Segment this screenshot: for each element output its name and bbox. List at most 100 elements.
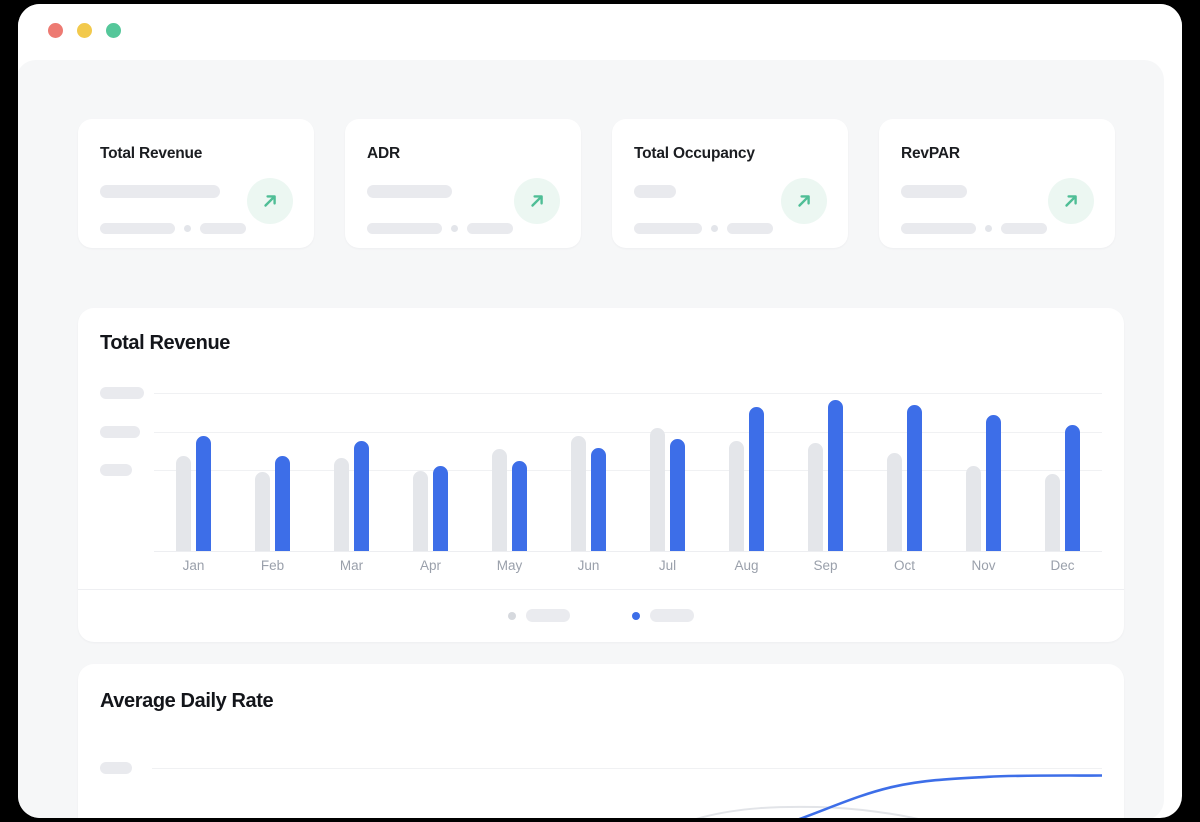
trend-up-arrow-icon [781,178,827,224]
bar-group[interactable] [628,387,707,551]
kpi-card-title: RevPAR [901,145,960,162]
kpi-subtext-skeleton-group [100,223,246,234]
x-axis-label-row: Jan Feb Mar Apr May Jun Jul Aug Sep Oct Nov Dec [154,558,1102,573]
bar-previous-period[interactable] [729,441,744,551]
bar-group[interactable] [707,387,786,551]
legend-color-swatch [632,611,640,620]
bar-current-period[interactable] [907,405,922,551]
app-window: Total Revenue ADR Total Occupancy RevPAR… [18,4,1182,818]
bar-previous-period[interactable] [492,449,507,551]
bar-current-period[interactable] [591,447,606,551]
bar-previous-period[interactable] [176,455,191,551]
bar-previous-period[interactable] [571,436,586,551]
line-chart-plot-area [100,742,1102,818]
kpi-card-revpar[interactable]: RevPAR [879,119,1115,248]
traffic-light-controls [48,22,121,38]
bar-chart-legend [78,589,1124,642]
kpi-delta-skeleton [100,223,175,234]
x-axis-label: Dec [1050,558,1075,573]
bar-chart-title: Total Revenue [100,332,231,354]
kpi-card-total-revenue[interactable]: Total Revenue [78,119,314,248]
kpi-separator-dot [711,225,718,232]
kpi-subtext-skeleton-group [901,223,1047,234]
x-axis-label: Jul [658,558,677,573]
close-window-button[interactable] [48,22,63,38]
kpi-separator-dot [184,225,191,232]
bar-group[interactable] [470,387,549,551]
bar-group[interactable] [312,387,391,551]
bar-group[interactable] [154,387,233,551]
bar-group[interactable] [549,387,628,551]
kpi-value-skeleton [367,185,452,198]
bar-group[interactable] [786,387,865,551]
kpi-card-title: Total Revenue [100,145,203,162]
legend-item-current-period[interactable] [632,609,694,622]
kpi-period-skeleton [1001,223,1047,234]
x-axis-label: Mar [339,558,364,573]
bar-group[interactable] [944,387,1023,551]
legend-label-skeleton [526,609,570,622]
bar-current-period[interactable] [275,455,290,551]
bar-previous-period[interactable] [413,470,428,551]
line-series-svg [696,774,1102,818]
x-axis-label: Oct [893,558,915,573]
kpi-separator-dot [985,225,992,232]
x-axis-label: Aug [734,558,759,573]
average-daily-rate-chart-panel: Average Daily Rate [78,664,1124,818]
bar-previous-period[interactable] [334,457,349,551]
bar-current-period[interactable] [512,460,527,551]
x-axis-label: May [496,558,523,573]
kpi-delta-skeleton [634,223,702,234]
line-chart-title: Average Daily Rate [100,690,274,712]
legend-label-skeleton [650,609,694,622]
y-axis-tick-skeleton [100,387,144,399]
bar-current-period[interactable] [670,439,685,551]
bar-group[interactable] [391,387,470,551]
bar-previous-period[interactable] [255,472,270,551]
kpi-value-skeleton [634,185,676,198]
bar-current-period[interactable] [354,441,369,551]
kpi-card-title: ADR [367,145,400,162]
x-axis-label: Nov [971,558,996,573]
kpi-card-total-occupancy[interactable]: Total Occupancy [612,119,848,248]
kpi-card-adr[interactable]: ADR [345,119,581,248]
y-axis-tick-skeleton [100,762,132,774]
bar-current-period[interactable] [828,400,843,551]
maximize-window-button[interactable] [106,22,121,38]
trend-up-arrow-icon [247,178,293,224]
kpi-card-title: Total Occupancy [634,145,755,162]
legend-item-previous-period[interactable] [508,609,570,622]
bar-chart-plot-area [100,387,1102,552]
y-axis-tick-skeleton [100,464,132,476]
bar-current-period[interactable] [433,465,448,551]
trend-up-arrow-icon [514,178,560,224]
bar-previous-period[interactable] [650,428,665,551]
minimize-window-button[interactable] [77,22,92,38]
bar-previous-period[interactable] [1045,473,1060,551]
total-revenue-chart-panel: Total Revenue Jan Feb Mar Apr May Jun Jul Aug Se… [78,308,1124,642]
axis-baseline [154,551,1102,552]
kpi-card-row: Total Revenue ADR Total Occupancy RevPAR [78,119,1124,248]
kpi-delta-skeleton [901,223,976,234]
bar-previous-period[interactable] [887,452,902,551]
x-axis-label: Jun [577,558,600,573]
legend-color-swatch [508,611,516,620]
kpi-period-skeleton [727,223,773,234]
kpi-subtext-skeleton-group [634,223,773,234]
bar-previous-period[interactable] [966,465,981,551]
kpi-value-skeleton [901,185,967,198]
bar-previous-period[interactable] [808,442,823,551]
kpi-delta-skeleton [367,223,442,234]
window-title-bar [18,4,1182,56]
bar-current-period[interactable] [986,414,1001,551]
kpi-separator-dot [451,225,458,232]
bar-group[interactable] [233,387,312,551]
bar-current-period[interactable] [1065,424,1080,551]
bar-current-period[interactable] [196,436,211,551]
x-axis-label: Jan [182,558,205,573]
bar-group[interactable] [1023,387,1102,551]
bar-group[interactable] [865,387,944,551]
bar-current-period[interactable] [749,406,764,551]
trend-up-arrow-icon [1048,178,1094,224]
bar-series-container [154,387,1102,551]
